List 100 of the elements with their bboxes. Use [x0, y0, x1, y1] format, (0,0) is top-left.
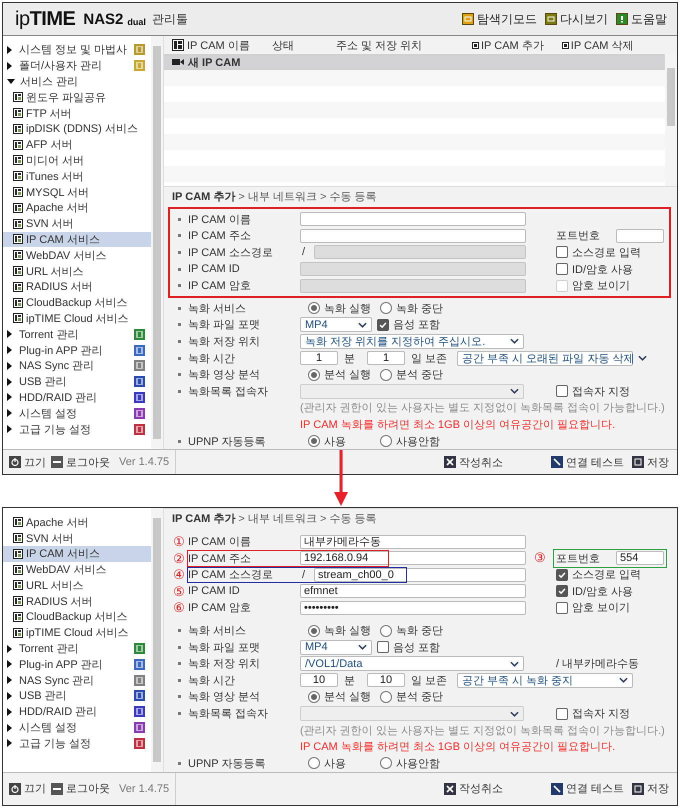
sidebar-item[interactable]: SVN 서버 — [3, 530, 151, 546]
sidebar-item[interactable]: SVN 서버 — [3, 216, 151, 232]
input-field[interactable]: ••••••••• — [300, 600, 526, 615]
sidebar-group[interactable]: Torrent 관리 — [3, 326, 151, 342]
sidebar-group[interactable]: Plug-in APP 관리 — [3, 342, 151, 358]
sidebar-item[interactable]: CloudBackup 서비스 — [3, 609, 151, 625]
service-icon — [13, 155, 23, 166]
number-field[interactable]: 1 — [367, 351, 405, 366]
input-field[interactable]: 내부카메라수동 — [300, 534, 526, 549]
sidebar-group[interactable]: HDD/RAID 관리 — [3, 390, 151, 406]
sidebar-item[interactable]: URL 서비스 — [3, 263, 151, 279]
checkbox[interactable] — [556, 602, 568, 614]
input-field[interactable] — [616, 228, 664, 243]
checkbox[interactable] — [377, 641, 389, 654]
sidebar-item[interactable]: Apache 서버 — [3, 514, 151, 530]
power-button[interactable]: 끄기 — [9, 781, 46, 796]
sidebar-group[interactable]: USB 관리 — [3, 374, 151, 390]
input-field[interactable]: 192.168.0.94 — [300, 551, 526, 566]
input-field[interactable]: 554 — [616, 551, 664, 566]
dropdown[interactable]: MP4 — [300, 317, 372, 332]
radio-button[interactable] — [308, 368, 320, 381]
scrollbar-thumb[interactable] — [153, 46, 161, 440]
delete-button[interactable]: IP CAM 삭제 — [562, 38, 634, 52]
checkbox[interactable] — [556, 385, 568, 398]
input-field[interactable] — [300, 212, 526, 226]
bullet-icon — [178, 440, 180, 443]
checkbox[interactable] — [556, 708, 568, 720]
logout-button[interactable]: 로그아웃 — [51, 781, 110, 796]
number-field[interactable]: 1 — [300, 351, 338, 366]
checkbox[interactable] — [556, 585, 568, 598]
toolbar-link[interactable]: 도움말 — [616, 10, 667, 28]
sidebar-item[interactable]: RADIUS 서버 — [3, 593, 151, 610]
sidebar-item[interactable]: iTunes 서버 — [3, 168, 151, 184]
number-field[interactable]: 10 — [367, 673, 405, 688]
sidebar-item[interactable]: URL 서비스 — [3, 578, 151, 594]
sidebar-group[interactable]: 시스템 설정 — [3, 405, 151, 422]
radio-button[interactable] — [308, 302, 320, 314]
scrollbar-thumb[interactable] — [153, 518, 161, 762]
radio-button[interactable] — [308, 624, 320, 637]
cancel-button[interactable]: 작성취소 — [444, 781, 503, 796]
sidebar-item[interactable]: MYSQL 서버 — [3, 184, 151, 200]
sidebar-group[interactable]: NAS Sync 관리 — [3, 672, 151, 688]
sidebar-item[interactable]: WebDAV 서비스 — [3, 247, 151, 264]
sidebar-group[interactable]: 고급 기능 설정 — [3, 421, 151, 437]
dropdown[interactable]: /VOL1/Data — [300, 656, 524, 672]
sidebar-group[interactable]: Plug-in APP 관리 — [3, 656, 151, 672]
sidebar-item[interactable]: 윈도우 파일공유 — [3, 89, 151, 106]
sidebar-item[interactable]: ipTIME Cloud 서비스 — [3, 310, 151, 326]
radio-button[interactable] — [380, 368, 392, 381]
sidebar-item[interactable]: Apache 서버 — [3, 200, 151, 216]
connection-test-button[interactable]: 연결 테스트 — [550, 454, 624, 470]
toolbar-link[interactable]: 다시보기 — [545, 10, 608, 28]
sidebar-item[interactable]: IP CAM 서비스 — [3, 232, 151, 248]
radio-button[interactable] — [380, 624, 392, 637]
dropdown[interactable]: MP4 — [300, 640, 372, 655]
radio-button[interactable] — [308, 435, 320, 448]
connection-test-button[interactable]: 연결 테스트 — [550, 781, 624, 796]
power-button[interactable]: 끄기 — [9, 454, 46, 470]
sidebar-item[interactable]: 미디어 서버 — [3, 152, 151, 168]
add-button[interactable]: IP CAM 추가 — [472, 38, 544, 52]
sidebar-item[interactable]: RADIUS 서버 — [3, 278, 151, 295]
sidebar-group[interactable]: NAS Sync 관리 — [3, 358, 151, 374]
radio-button[interactable] — [308, 757, 320, 770]
sidebar-group[interactable]: 폴더/사용자 관리 — [3, 58, 151, 74]
bullet-icon — [178, 762, 180, 765]
radio-button[interactable] — [308, 690, 320, 703]
radio-button[interactable] — [380, 757, 392, 770]
save-button[interactable]: 저장 — [632, 454, 669, 470]
checkbox[interactable] — [556, 568, 568, 581]
input-field[interactable] — [300, 228, 526, 243]
scrollbar-thumb[interactable] — [667, 68, 675, 126]
sidebar-item[interactable]: AFP 서버 — [3, 136, 151, 153]
input-field[interactable]: efmnet — [300, 584, 526, 598]
sidebar-group[interactable]: Torrent 관리 — [3, 640, 151, 656]
radio-button[interactable] — [380, 435, 392, 448]
toolbar-link[interactable]: 탐색기모드 — [462, 10, 537, 28]
input-field[interactable]: stream_ch00_0 — [314, 568, 526, 582]
dropdown[interactable]: 공간 부족 시 녹화 중지 — [457, 672, 633, 688]
sidebar-item[interactable]: WebDAV 서비스 — [3, 562, 151, 578]
sidebar-item[interactable]: FTP 서버 — [3, 105, 151, 121]
sidebar-group[interactable]: USB 관리 — [3, 688, 151, 704]
sidebar-group[interactable]: 고급 기능 설정 — [3, 735, 151, 752]
number-field[interactable]: 10 — [300, 673, 338, 688]
sidebar-group[interactable]: HDD/RAID 관리 — [3, 704, 151, 720]
camera-row[interactable]: 새 IP CAM — [164, 54, 665, 70]
checkbox[interactable] — [377, 318, 389, 331]
save-button[interactable]: 저장 — [632, 781, 669, 796]
sidebar-group[interactable]: 시스템 설정 — [3, 720, 151, 736]
cancel-button[interactable]: 작성취소 — [444, 454, 503, 470]
radio-button[interactable] — [380, 690, 392, 703]
sidebar-item[interactable]: ipDISK (DDNS) 서비스 — [3, 120, 151, 137]
dropdown[interactable]: 녹화 저장 위치를 지정하여 주십시오. — [300, 334, 524, 349]
sidebar-item[interactable]: IP CAM 서비스 — [3, 546, 151, 562]
logout-button[interactable]: 로그아웃 — [51, 454, 110, 470]
sidebar-group[interactable]: 시스템 정보 및 마법사 — [3, 42, 151, 58]
sidebar-item[interactable]: ipTIME Cloud 서비스 — [3, 624, 151, 641]
service-icon — [13, 612, 23, 622]
radio-button[interactable] — [380, 302, 392, 314]
sidebar-item[interactable]: CloudBackup 서비스 — [3, 294, 151, 311]
sidebar-group[interactable]: 서비스 관리 — [3, 74, 151, 90]
